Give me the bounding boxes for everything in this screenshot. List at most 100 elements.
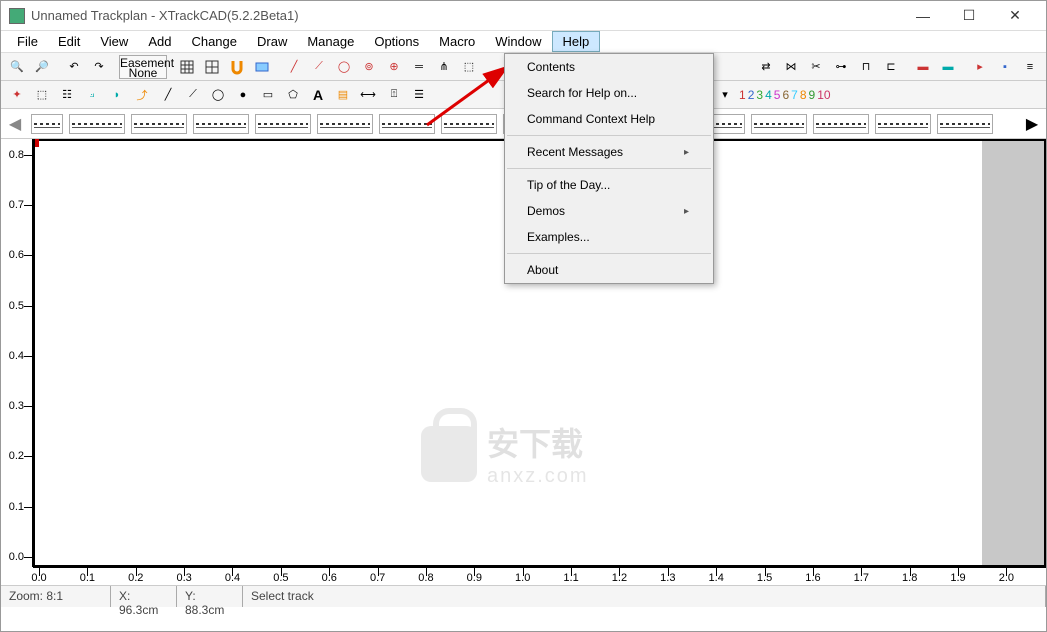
- draw-line-icon[interactable]: ╱: [156, 83, 180, 107]
- print-icon[interactable]: ⍐: [382, 83, 406, 107]
- menu-view[interactable]: View: [90, 31, 138, 52]
- text-icon[interactable]: A: [306, 83, 330, 107]
- join-icon[interactable]: ⋈: [779, 55, 803, 79]
- help-dropdown-menu: ContentsSearch for Help on...Command Con…: [504, 53, 714, 284]
- magnet-icon[interactable]: [225, 55, 249, 79]
- select-icon[interactable]: ⬚: [30, 83, 54, 107]
- describe-icon[interactable]: ☷: [55, 83, 79, 107]
- layer-button-3[interactable]: 3: [756, 88, 763, 102]
- undo-icon[interactable]: ↶: [62, 55, 86, 79]
- ruler-icon[interactable]: ⟓: [80, 83, 104, 107]
- bridge-icon[interactable]: ⊏: [879, 55, 903, 79]
- straight-track-icon[interactable]: ╱: [282, 55, 306, 79]
- status-x: X: 96.3cm: [111, 586, 177, 607]
- circle-track-icon[interactable]: ◯: [332, 55, 356, 79]
- zoom-out-icon[interactable]: 🔎: [30, 55, 54, 79]
- help-menu-recent-messages[interactable]: Recent Messages▸: [505, 139, 713, 165]
- run-trains-icon[interactable]: ▸: [968, 55, 992, 79]
- modify-icon[interactable]: ✦: [5, 83, 29, 107]
- hotbar-item[interactable]: [379, 114, 435, 134]
- menu-add[interactable]: Add: [138, 31, 181, 52]
- hotbar-item[interactable]: [255, 114, 311, 134]
- menu-edit[interactable]: Edit: [48, 31, 90, 52]
- app-icon: [9, 8, 25, 24]
- layer-button-4[interactable]: 4: [765, 88, 772, 102]
- menubar: FileEditViewAddChangeDrawManageOptionsMa…: [1, 31, 1046, 53]
- layers-icon[interactable]: ≡: [1018, 55, 1042, 79]
- layer-button-2[interactable]: 2: [748, 88, 755, 102]
- handlaid-turnout-icon[interactable]: ⋔: [432, 55, 456, 79]
- turntable-icon[interactable]: ⊕: [382, 55, 406, 79]
- status-zoom: Zoom: 8:1: [1, 586, 111, 607]
- helix-icon[interactable]: ⊚: [357, 55, 381, 79]
- zoom-in-icon[interactable]: 🔍: [5, 55, 29, 79]
- connect-icon[interactable]: ⊶: [829, 55, 853, 79]
- hotbar-item[interactable]: [813, 114, 869, 134]
- dimension-icon[interactable]: ⟷: [356, 83, 380, 107]
- hotbar-item[interactable]: [317, 114, 373, 134]
- help-menu-command-context-help[interactable]: Command Context Help: [505, 106, 713, 132]
- menu-change[interactable]: Change: [181, 31, 247, 52]
- layer-button-8[interactable]: 8: [800, 88, 807, 102]
- block-icon[interactable]: ▬: [936, 55, 960, 79]
- layer-dropdown-icon[interactable]: ▾: [713, 83, 737, 107]
- hotbar-item[interactable]: [751, 114, 807, 134]
- delete-icon[interactable]: ▬: [911, 55, 935, 79]
- draw-box-icon[interactable]: ▭: [256, 83, 280, 107]
- layer-button-7[interactable]: 7: [791, 88, 798, 102]
- redo-icon[interactable]: ↷: [87, 55, 111, 79]
- hotbar-item[interactable]: [193, 114, 249, 134]
- elevation-icon[interactable]: ⤴: [130, 83, 154, 107]
- hotbar-right-icon[interactable]: ▶: [1022, 114, 1042, 134]
- grid-show-icon[interactable]: [200, 55, 224, 79]
- help-menu-demos[interactable]: Demos▸: [505, 198, 713, 224]
- map-icon[interactable]: [250, 55, 274, 79]
- draw-filled-circle-icon[interactable]: ●: [231, 83, 255, 107]
- structure-icon[interactable]: ⬚: [457, 55, 481, 79]
- menu-window[interactable]: Window: [485, 31, 551, 52]
- layer-button-1[interactable]: 1: [739, 88, 746, 102]
- maximize-button[interactable]: ☐: [946, 1, 992, 31]
- help-menu-tip-of-the-day-[interactable]: Tip of the Day...: [505, 172, 713, 198]
- menu-options[interactable]: Options: [364, 31, 429, 52]
- help-menu-contents[interactable]: Contents: [505, 54, 713, 80]
- close-button[interactable]: ✕: [992, 1, 1038, 31]
- menu-draw[interactable]: Draw: [247, 31, 297, 52]
- layer-button-9[interactable]: 9: [809, 88, 816, 102]
- help-menu-search-for-help-on-[interactable]: Search for Help on...: [505, 80, 713, 106]
- layer-button-10[interactable]: 10: [817, 88, 830, 102]
- menu-file[interactable]: File: [7, 31, 48, 52]
- layer-button-5[interactable]: 5: [774, 88, 781, 102]
- hotbar-item[interactable]: [131, 114, 187, 134]
- hotbar-left-icon[interactable]: ◀: [5, 114, 25, 134]
- easement-button[interactable]: Easement None: [119, 55, 167, 79]
- help-menu-examples-[interactable]: Examples...: [505, 224, 713, 250]
- draw-curve-icon[interactable]: ⟋: [181, 83, 205, 107]
- menu-help[interactable]: Help: [552, 31, 601, 52]
- hotbar-item[interactable]: [875, 114, 931, 134]
- parallel-track-icon[interactable]: ═: [407, 55, 431, 79]
- draw-polygon-icon[interactable]: ⬠: [281, 83, 305, 107]
- hotbar-item[interactable]: [69, 114, 125, 134]
- draw-circle-icon[interactable]: ◯: [206, 83, 230, 107]
- hotbar-item[interactable]: [31, 114, 63, 134]
- curved-track-icon[interactable]: ⟋: [307, 55, 331, 79]
- minimize-button[interactable]: ―: [900, 1, 946, 31]
- help-menu-about[interactable]: About: [505, 257, 713, 283]
- menu-macro[interactable]: Macro: [429, 31, 485, 52]
- ruler-horizontal: 0.00.10.20.30.40.50.60.70.80.91.01.11.21…: [33, 567, 1046, 585]
- note-icon[interactable]: ▤: [331, 83, 355, 107]
- tunnel-icon[interactable]: ⊓: [854, 55, 878, 79]
- protractor-icon[interactable]: ◗: [105, 83, 129, 107]
- hotbar-item[interactable]: [937, 114, 993, 134]
- train-stop-icon[interactable]: ▪: [993, 55, 1017, 79]
- status-message: Select track: [243, 586, 1046, 607]
- menu-manage[interactable]: Manage: [297, 31, 364, 52]
- window-title: Unnamed Trackplan - XTrackCAD(5.2.2Beta1…: [31, 8, 900, 23]
- parts-list-icon[interactable]: ☰: [407, 83, 431, 107]
- snap-grid-icon[interactable]: [175, 55, 199, 79]
- hotbar-item[interactable]: [441, 114, 497, 134]
- layer-button-6[interactable]: 6: [782, 88, 789, 102]
- split-icon[interactable]: ✂: [804, 55, 828, 79]
- move-icon[interactable]: ⇄: [754, 55, 778, 79]
